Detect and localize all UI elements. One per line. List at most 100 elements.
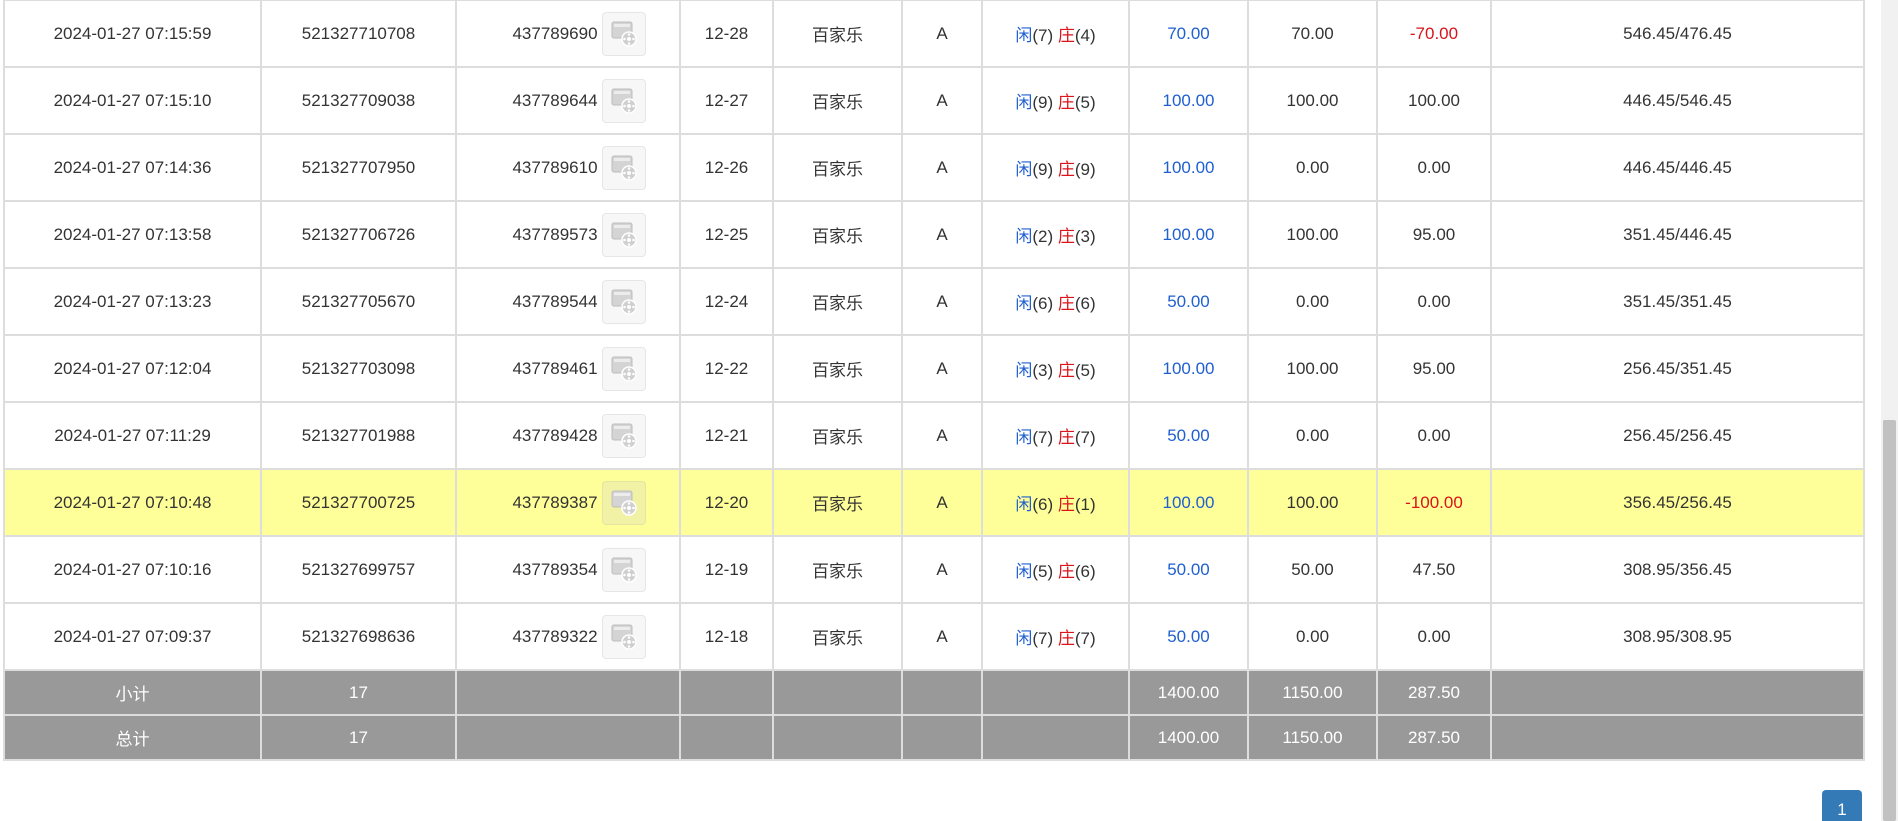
round-id-text: 437789644 <box>512 90 598 110</box>
subtotal-empty-cell <box>455 669 681 716</box>
bet-records-body: 2024-01-27 07:15:59 521327710708 437789690… <box>3 0 1865 761</box>
game-name-cell: 百家乐 <box>772 334 903 403</box>
game-name-cell: 百家乐 <box>772 535 903 604</box>
balance-cell: 308.95/308.95 <box>1490 602 1865 671</box>
round-id-wrapper: 437789322 <box>458 614 678 659</box>
subtotal-count-cell: 17 <box>260 669 457 716</box>
subtotal-bet-cell: 1400.00 <box>1128 669 1249 716</box>
video-replay-icon-graphic <box>611 423 637 449</box>
round-id-cell: 437789644 <box>455 66 681 135</box>
banker-points: (5) <box>1074 361 1096 380</box>
player-label: 闲 <box>1015 428 1033 447</box>
valid-bet-cell: 70.00 <box>1247 0 1378 68</box>
result-cell: 闲(2) 庄(3) <box>981 200 1130 269</box>
table-row: 2024-01-27 07:14:36 521327707950 437789610… <box>3 133 1865 202</box>
table-name-cell: A <box>901 401 983 470</box>
valid-bet-cell: 0.00 <box>1247 401 1378 470</box>
banker-points: (9) <box>1074 160 1096 179</box>
video-replay-icon-graphic <box>611 88 637 114</box>
shoe-round-cell: 12-27 <box>679 66 774 135</box>
game-name-cell: 百家乐 <box>772 133 903 202</box>
video-replay-icon[interactable] <box>601 78 646 123</box>
shoe-round-cell: 12-22 <box>679 334 774 403</box>
table-name-cell: A <box>901 0 983 68</box>
win-loss-cell: 100.00 <box>1376 66 1492 135</box>
player-points: (7) <box>1032 26 1054 45</box>
player-label: 闲 <box>1015 294 1033 313</box>
total-empty-cell <box>1490 714 1865 761</box>
win-loss-cell: -70.00 <box>1376 0 1492 68</box>
game-name-cell: 百家乐 <box>772 468 903 537</box>
video-replay-icon[interactable] <box>601 480 646 525</box>
table-row: 2024-01-27 07:11:29 521327701988 437789428… <box>3 401 1865 470</box>
table-name-cell: A <box>901 334 983 403</box>
video-replay-icon[interactable] <box>601 145 646 190</box>
video-replay-icon-graphic <box>611 356 637 382</box>
scrollbar-thumb[interactable] <box>1883 420 1896 821</box>
round-id-wrapper: 437789690 <box>458 11 678 56</box>
bet-time-cell: 2024-01-27 07:10:16 <box>3 535 262 604</box>
video-replay-icon[interactable] <box>601 413 646 458</box>
game-name-cell: 百家乐 <box>772 200 903 269</box>
result-cell: 闲(6) 庄(6) <box>981 267 1130 336</box>
player-label: 闲 <box>1015 495 1033 514</box>
bet-time-cell: 2024-01-27 07:09:37 <box>3 602 262 671</box>
shoe-round-cell: 12-25 <box>679 200 774 269</box>
player-points: (9) <box>1032 93 1054 112</box>
pagination-page-1-button[interactable]: 1 <box>1822 790 1862 821</box>
player-label: 闲 <box>1015 629 1033 648</box>
subtotal-empty-cell <box>1490 669 1865 716</box>
total-count-cell: 17 <box>260 714 457 761</box>
bet-id-cell: 521327707950 <box>260 133 457 202</box>
total-empty-cell <box>772 714 903 761</box>
balance-cell: 446.45/446.45 <box>1490 133 1865 202</box>
video-replay-icon-graphic <box>611 155 637 181</box>
valid-bet-cell: 0.00 <box>1247 133 1378 202</box>
round-id-text: 437789387 <box>512 492 598 512</box>
bet-time-cell: 2024-01-27 07:13:23 <box>3 267 262 336</box>
balance-cell: 356.45/256.45 <box>1490 468 1865 537</box>
win-loss-cell: 95.00 <box>1376 334 1492 403</box>
video-replay-icon[interactable] <box>601 547 646 592</box>
banker-points: (6) <box>1074 562 1096 581</box>
round-id-text: 437789322 <box>512 626 598 646</box>
round-id-cell: 437789387 <box>455 468 681 537</box>
video-replay-icon-graphic <box>611 557 637 583</box>
game-name-cell: 百家乐 <box>772 401 903 470</box>
bet-records-table: 2024-01-27 07:15:59 521327710708 437789690… <box>3 0 1865 761</box>
vertical-scrollbar[interactable] <box>1881 0 1898 821</box>
player-points: (2) <box>1032 227 1054 246</box>
game-name-cell: 百家乐 <box>772 602 903 671</box>
table-row: 2024-01-27 07:13:58 521327706726 437789573… <box>3 200 1865 269</box>
video-replay-icon[interactable] <box>601 346 646 391</box>
banker-points: (7) <box>1074 629 1096 648</box>
video-replay-icon[interactable] <box>601 212 646 257</box>
round-id-cell: 437789322 <box>455 602 681 671</box>
round-id-cell: 437789573 <box>455 200 681 269</box>
bet-time-cell: 2024-01-27 07:10:48 <box>3 468 262 537</box>
video-replay-icon[interactable] <box>601 279 646 324</box>
bet-time-cell: 2024-01-27 07:15:59 <box>3 0 262 68</box>
bet-time-cell: 2024-01-27 07:11:29 <box>3 401 262 470</box>
subtotal-empty-cell <box>772 669 903 716</box>
total-row: 总计 17 1400.00 1150.00 287.50 <box>3 714 1865 761</box>
player-label: 闲 <box>1015 160 1033 179</box>
video-replay-icon[interactable] <box>601 614 646 659</box>
bet-amount-cell: 50.00 <box>1128 535 1249 604</box>
result-cell: 闲(9) 庄(9) <box>981 133 1130 202</box>
round-id-wrapper: 437789387 <box>458 480 678 525</box>
game-name-cell: 百家乐 <box>772 0 903 68</box>
banker-label: 庄 <box>1057 361 1075 380</box>
round-id-wrapper: 437789428 <box>458 413 678 458</box>
bet-amount-cell: 100.00 <box>1128 334 1249 403</box>
bet-amount-cell: 100.00 <box>1128 133 1249 202</box>
video-replay-icon[interactable] <box>601 11 646 56</box>
bet-amount-cell: 70.00 <box>1128 0 1249 68</box>
bet-time-cell: 2024-01-27 07:15:10 <box>3 66 262 135</box>
round-id-text: 437789610 <box>512 157 598 177</box>
shoe-round-cell: 12-19 <box>679 535 774 604</box>
round-id-text: 437789461 <box>512 358 598 378</box>
banker-label: 庄 <box>1057 495 1075 514</box>
win-loss-cell: 0.00 <box>1376 133 1492 202</box>
shoe-round-cell: 12-20 <box>679 468 774 537</box>
